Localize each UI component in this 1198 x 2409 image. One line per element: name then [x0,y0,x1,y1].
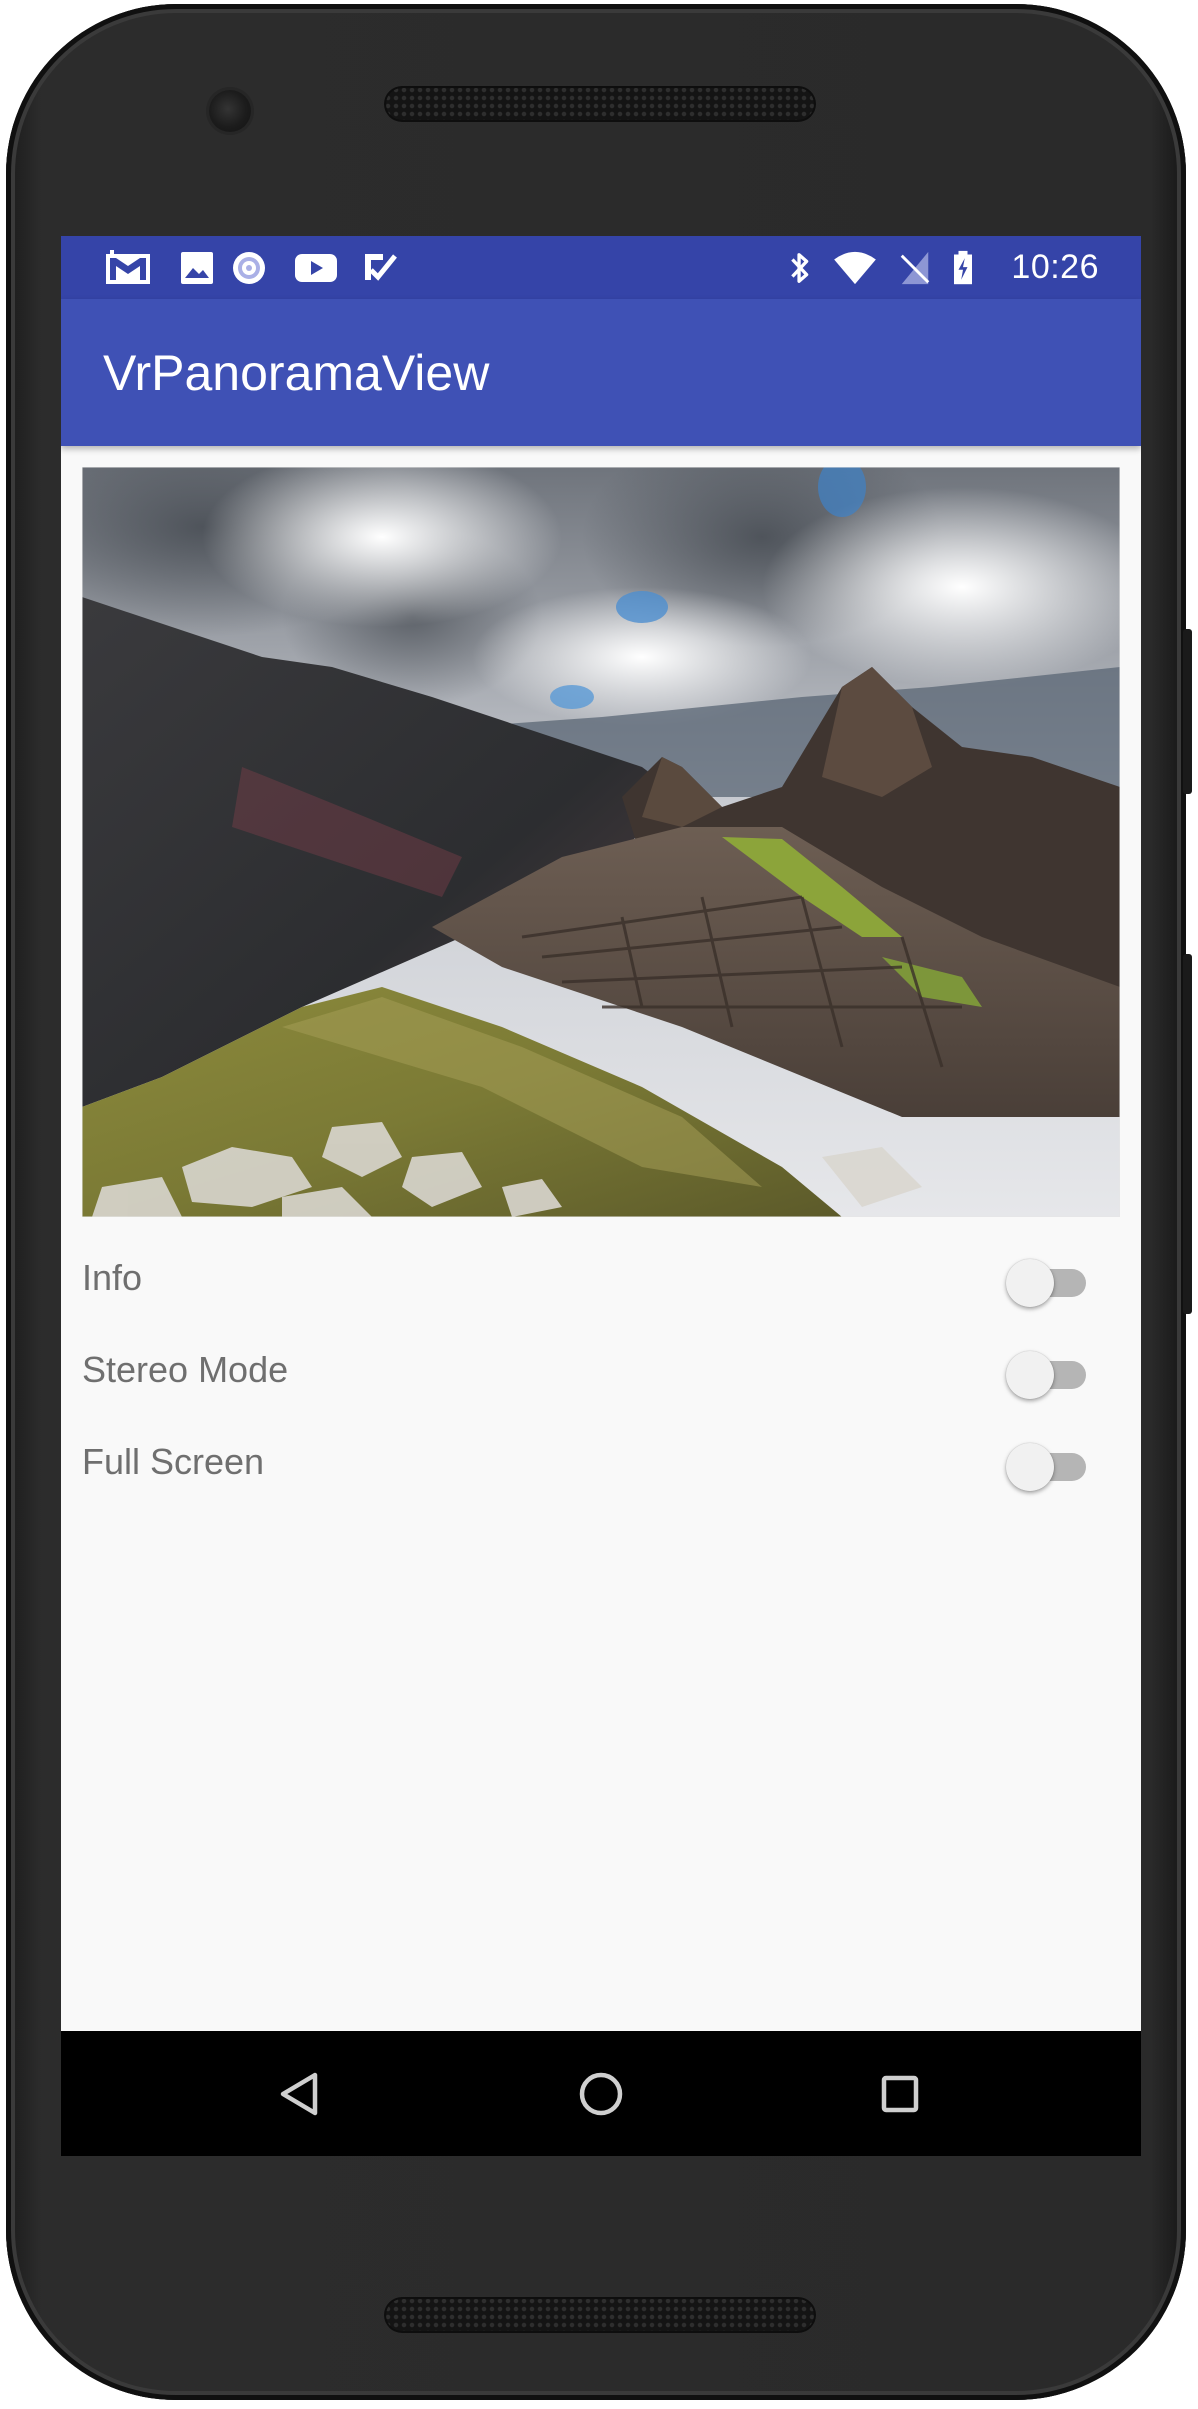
switch-thumb [1006,1259,1054,1307]
status-bar: 10:26 [61,236,1141,299]
setting-row-info: Info [82,1239,1120,1319]
youtube-icon [295,254,337,282]
home-icon [579,2072,623,2116]
bluetooth-icon [791,253,809,283]
power-button [1183,629,1192,794]
bottom-speaker [384,2297,816,2333]
panorama-image[interactable] [82,467,1120,1217]
status-time: 10:26 [1011,248,1099,286]
setting-row-full-screen: Full Screen [82,1423,1120,1503]
setting-label-full-screen: Full Screen [82,1441,265,1482]
task-check-icon [365,254,397,281]
image-icon [181,252,213,284]
navigation-bar [61,2031,1141,2156]
phone-frame: 10:26 VrPanoramaView Info Stereo Mode Fu… [6,4,1192,2400]
recents-button[interactable] [867,2061,933,2127]
stereo-mode-switch[interactable] [1006,1351,1090,1399]
app-title: VrPanoramaView [103,345,490,401]
screen: 10:26 VrPanoramaView Info Stereo Mode Fu… [61,236,1141,2156]
front-camera [209,90,251,132]
back-icon [280,2072,318,2116]
setting-row-stereo-mode: Stereo Mode [82,1331,1120,1411]
sync-icon [233,252,265,284]
volume-button [1183,954,1192,1314]
top-speaker [384,86,816,122]
wifi-icon [834,251,876,285]
setting-label-stereo-mode: Stereo Mode [82,1349,289,1390]
battery-charging-icon [954,250,972,285]
switch-thumb [1006,1351,1054,1399]
gmail-icon [106,250,150,284]
full-screen-switch[interactable] [1006,1443,1090,1491]
setting-label-info: Info [82,1257,143,1298]
back-button[interactable] [269,2061,335,2127]
info-switch[interactable] [1006,1259,1090,1307]
home-button[interactable] [568,2061,634,2127]
no-sim-icon [900,251,930,285]
recents-icon [881,2075,919,2113]
switch-thumb [1006,1443,1054,1491]
app-bar: VrPanoramaView [61,299,1141,446]
